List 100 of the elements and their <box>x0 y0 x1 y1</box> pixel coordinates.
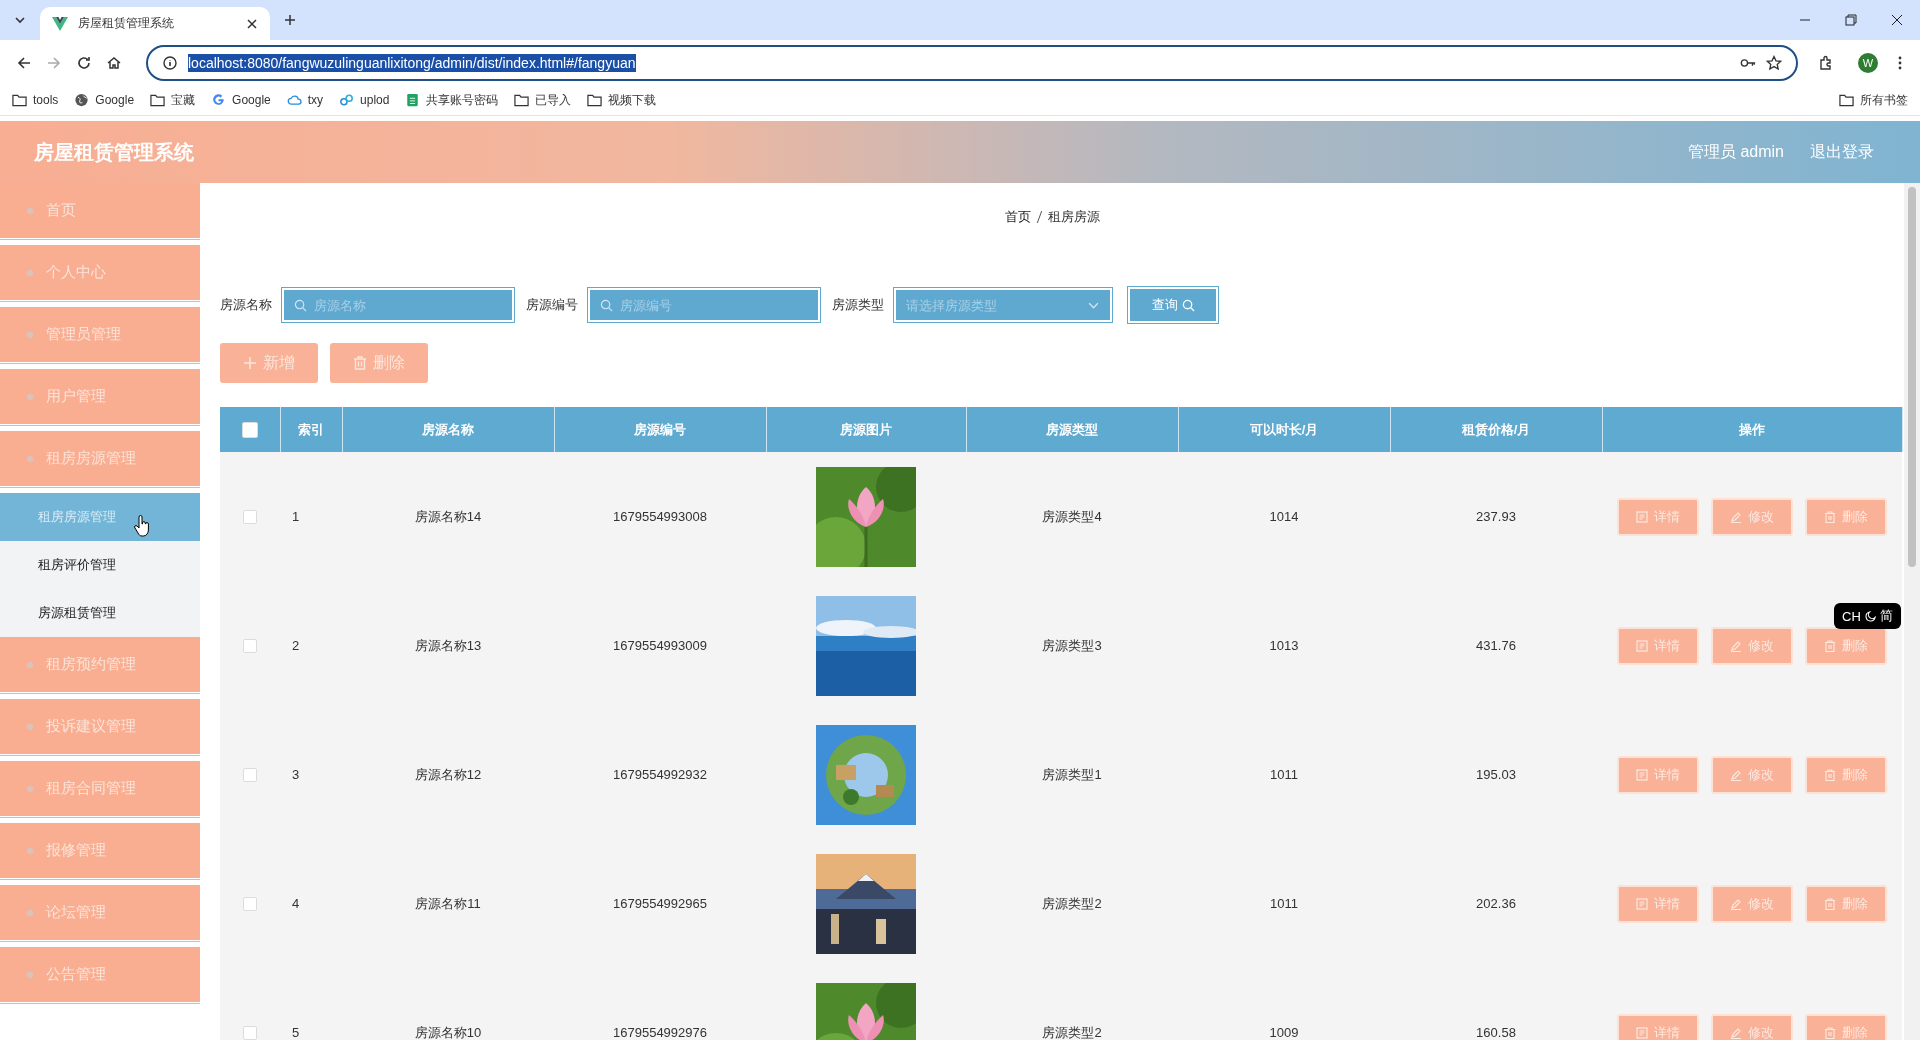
delete-button[interactable]: 删除 <box>1805 626 1887 665</box>
folder-icon <box>150 93 166 107</box>
detail-button[interactable]: 详情 <box>1617 1013 1699 1040</box>
new-tab-icon[interactable] <box>284 14 296 26</box>
table-cell: 1011 <box>1178 839 1390 968</box>
bookmark-item[interactable]: Google <box>211 93 271 107</box>
table-cell: 1679554992932 <box>554 710 766 839</box>
sidebar-item[interactable]: 首页 <box>0 183 200 241</box>
sidebar-item[interactable]: 管理员管理 <box>0 307 200 365</box>
detail-button[interactable]: 详情 <box>1617 884 1699 923</box>
row-checkbox[interactable] <box>243 768 257 783</box>
table-cell: 1013 <box>1178 581 1390 710</box>
sidebar-item[interactable]: 投诉建议管理 <box>0 699 200 757</box>
bookmark-item[interactable]: uplod <box>339 93 390 107</box>
back-icon[interactable] <box>16 54 32 71</box>
delete-button[interactable]: 删除 <box>1805 1013 1887 1040</box>
search-field[interactable]: 房源编号 <box>590 290 818 320</box>
breadcrumb-link[interactable]: 首页 <box>1004 208 1031 226</box>
table-cell: 1679554992976 <box>554 968 766 1040</box>
browser-tab[interactable]: 房屋租赁管理系统 <box>40 7 270 40</box>
ime-indicator-tooltip[interactable]: CH 简 <box>1834 603 1901 629</box>
sidebar-item[interactable]: 个人中心 <box>0 245 200 303</box>
reload-icon[interactable] <box>76 54 92 71</box>
delete-button[interactable]: 删除 <box>1805 884 1887 923</box>
column-header: 房源编号 <box>554 407 766 452</box>
table-cell: 5 <box>280 968 342 1040</box>
bookmark-item[interactable]: 视频下载 <box>587 91 657 109</box>
profile-avatar[interactable]: W <box>1858 52 1878 73</box>
bookmark-item[interactable]: 已导入 <box>514 91 572 109</box>
detail-button[interactable]: 详情 <box>1617 497 1699 536</box>
bookmark-label: 已导入 <box>535 91 572 109</box>
document-icon <box>1636 510 1648 523</box>
plus-icon <box>243 356 257 370</box>
document-icon <box>1636 897 1648 910</box>
bookmark-item[interactable]: 宝藏 <box>150 91 196 109</box>
detail-button[interactable]: 详情 <box>1617 755 1699 794</box>
sidebar-item[interactable]: 租房房源管理 <box>0 431 200 489</box>
detail-button[interactable]: 详情 <box>1617 626 1699 665</box>
search-field[interactable]: 房源名称 <box>284 290 512 320</box>
edit-button[interactable]: 修改 <box>1711 1013 1793 1040</box>
user-label: 管理员 admin <box>1687 141 1784 162</box>
scrollbar[interactable] <box>1904 183 1920 1040</box>
close-icon[interactable] <box>1891 14 1903 26</box>
table-cell: 431.76 <box>1390 581 1602 710</box>
row-checkbox[interactable] <box>243 639 257 654</box>
edit-button[interactable]: 修改 <box>1711 497 1793 536</box>
delete-button[interactable]: 删除 <box>1805 755 1887 794</box>
g-logo-icon <box>211 93 227 107</box>
table-cell: 房源类型3 <box>966 581 1178 710</box>
table-cell: 1014 <box>1178 452 1390 581</box>
home-icon[interactable] <box>106 54 122 71</box>
bookmark-label: uplod <box>360 93 390 107</box>
edit-button[interactable]: 修改 <box>1711 755 1793 794</box>
bookmark-item[interactable]: 共享账号密码 <box>405 91 499 109</box>
sidebar-item[interactable]: 论坛管理 <box>0 885 200 943</box>
delete-button[interactable]: 删除 <box>330 343 428 383</box>
trash-icon <box>353 356 367 370</box>
dot-icon <box>26 970 34 979</box>
folder-icon <box>1839 93 1854 107</box>
table-cell: 160.58 <box>1390 968 1602 1040</box>
bookmark-item[interactable]: Google <box>74 93 135 107</box>
add-button[interactable]: 新增 <box>220 343 318 383</box>
edit-button[interactable]: 修改 <box>1711 626 1793 665</box>
tab-list-icon[interactable] <box>14 14 26 26</box>
document-icon <box>1636 639 1648 652</box>
table-cell: 房源名称11 <box>342 839 554 968</box>
logout-link[interactable]: 退出登录 <box>1810 141 1874 163</box>
sidebar-item[interactable]: 报修管理 <box>0 823 200 881</box>
row-checkbox[interactable] <box>243 897 257 912</box>
search-icon <box>294 299 307 312</box>
address-bar[interactable]: localhost:8080/fangwuzulinguanlixitong/admin/dist/index.html#/fangyuan <box>146 44 1798 81</box>
close-icon[interactable] <box>246 17 258 30</box>
table-cell: 房源类型2 <box>966 968 1178 1040</box>
sidebar-item[interactable]: 租房预约管理 <box>0 637 200 695</box>
info-icon[interactable] <box>162 54 178 71</box>
search-button[interactable]: 查询 <box>1128 287 1218 323</box>
table-cell: 1 <box>280 452 342 581</box>
star-icon[interactable] <box>1766 54 1782 71</box>
folder-icon <box>587 93 603 107</box>
bookmark-item[interactable]: tools <box>12 93 59 107</box>
select-field[interactable]: 请选择房源类型 <box>896 290 1110 320</box>
all-bookmarks-button[interactable]: 所有书签 <box>1839 91 1908 109</box>
bookmark-label: 宝藏 <box>171 91 196 109</box>
sidebar-item[interactable]: 用户管理 <box>0 369 200 427</box>
table-cell: 房源类型4 <box>966 452 1178 581</box>
sidebar-item[interactable]: 租房合同管理 <box>0 761 200 819</box>
edit-button[interactable]: 修改 <box>1711 884 1793 923</box>
bookmark-item[interactable]: txy <box>286 93 324 107</box>
v-logo-icon <box>52 16 68 31</box>
column-header: 租赁价格/月 <box>1390 407 1602 452</box>
delete-button[interactable]: 删除 <box>1805 497 1887 536</box>
sidebar-item[interactable]: 公告管理 <box>0 947 200 1005</box>
restore-icon[interactable] <box>1845 14 1857 26</box>
globe-icon <box>74 93 90 107</box>
row-checkbox[interactable] <box>243 1026 257 1040</box>
puzzle-icon[interactable] <box>1818 54 1834 71</box>
sheet-icon <box>405 93 421 107</box>
row-checkbox[interactable] <box>243 510 257 525</box>
select-all-checkbox[interactable] <box>241 421 258 438</box>
submenu-item[interactable]: 租房房源管理 <box>0 493 200 541</box>
